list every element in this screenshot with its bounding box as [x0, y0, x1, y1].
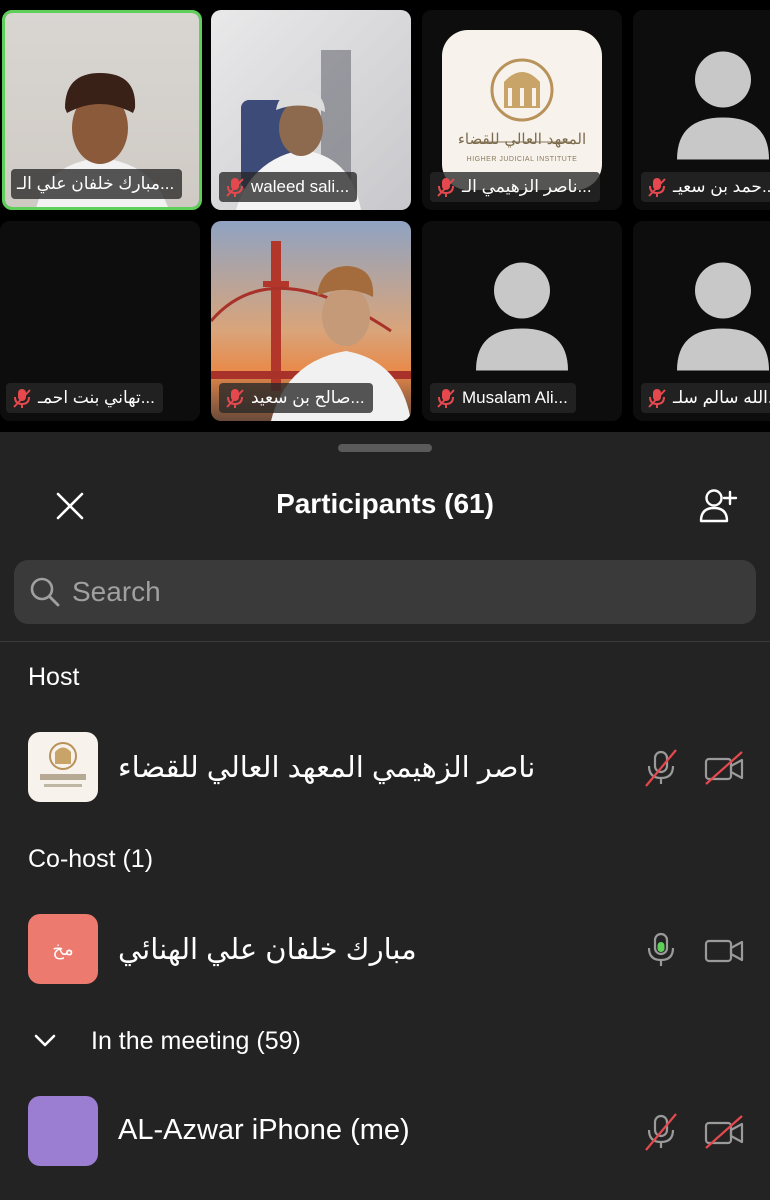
participant-name: مبارك خلفان علي الهنائي: [118, 934, 417, 966]
meeting-section-label[interactable]: In the meeting (59): [91, 1027, 301, 1056]
participant-name-label: Musalam Ali...: [430, 383, 576, 413]
mic-off-icon: [437, 389, 455, 408]
mic-muted-icon[interactable]: [642, 748, 680, 788]
add-person-icon: [699, 489, 738, 523]
video-tile[interactable]: تهاني بنت احمـ...: [0, 221, 200, 421]
mic-off-icon: [648, 389, 666, 408]
panel-title: Participants (61): [276, 488, 494, 519]
chevron-down-icon[interactable]: [30, 1026, 60, 1056]
host-section-label: Host: [28, 663, 80, 691]
avatar: مخ: [28, 914, 98, 984]
cohost-section-label: Co-host (1): [28, 845, 154, 873]
mic-muted-icon[interactable]: [642, 1112, 680, 1152]
search-input[interactable]: [72, 576, 712, 608]
participant-name-label: الله سالم سلـ...: [641, 383, 770, 413]
logo-english-text: HIGHER JUDICIAL INSTITUTE: [466, 156, 578, 163]
mic-off-icon: [13, 389, 31, 408]
video-tile[interactable]: حمد بن سعيـ...: [633, 10, 770, 210]
video-tile[interactable]: المعهد العالي للقضاء HIGHER JUDICIAL INS…: [422, 10, 622, 210]
participant-name: ناصر الزهيمي المعهد العالي للقضاء: [118, 752, 536, 784]
video-grid: مبارك خلفان علي الـ... waleed sali... ال…: [0, 0, 770, 432]
participants-panel: Participants (61) Host: [0, 432, 770, 1200]
participant-name-label: waleed sali...: [219, 172, 358, 202]
mic-off-icon: [648, 178, 666, 197]
mic-on-icon[interactable]: [642, 930, 680, 970]
video-off-icon[interactable]: [704, 750, 744, 786]
participant-name-label: مبارك خلفان علي الـ...: [11, 169, 183, 199]
panel-header: Participants (61): [0, 472, 770, 536]
video-tile[interactable]: صالح بن سعيد...: [211, 221, 411, 421]
video-tile[interactable]: الله سالم سلـ...: [633, 221, 770, 421]
video-tile[interactable]: Musalam Ali...: [422, 221, 622, 421]
video-on-icon[interactable]: [704, 932, 744, 968]
participant-name-label: حمد بن سعيـ...: [641, 172, 770, 202]
video-off-icon[interactable]: [704, 1114, 744, 1150]
user-placeholder-icon: [476, 262, 568, 371]
avatar-initials: مخ: [52, 938, 74, 959]
video-tile[interactable]: waleed sali...: [211, 10, 411, 210]
mic-off-icon: [226, 389, 244, 408]
participant-name: AL-Azwar iPhone (me): [118, 1114, 410, 1146]
drag-handle[interactable]: [338, 444, 432, 452]
logo-arabic-text: المعهد العالي للقضاء: [457, 130, 587, 148]
invite-participant-button[interactable]: [694, 482, 742, 530]
avatar: [28, 732, 98, 802]
user-placeholder-icon: [677, 262, 769, 371]
mic-off-icon: [437, 178, 455, 197]
participant-name-label: تهاني بنت احمـ...: [6, 383, 163, 413]
mic-off-icon: [226, 178, 244, 197]
participant-name-label: ناصر الزهيمي الـ...: [430, 172, 600, 202]
search-icon: [30, 577, 60, 607]
participant-row-host[interactable]: ناصر الزهيمي المعهد العالي للقضاء: [0, 732, 770, 804]
participant-row-me[interactable]: AL-Azwar iPhone (me): [0, 1096, 770, 1168]
user-placeholder-icon: [677, 51, 769, 160]
video-tile[interactable]: مبارك خلفان علي الـ...: [2, 10, 202, 210]
divider: [0, 641, 770, 642]
participant-name-label: صالح بن سعيد...: [219, 383, 373, 413]
avatar: [28, 1096, 98, 1166]
participant-row-cohost[interactable]: مخ مبارك خلفان علي الهنائي: [0, 914, 770, 986]
institute-logo: المعهد العالي للقضاء HIGHER JUDICIAL INS…: [442, 30, 602, 190]
search-bar[interactable]: [14, 560, 756, 624]
